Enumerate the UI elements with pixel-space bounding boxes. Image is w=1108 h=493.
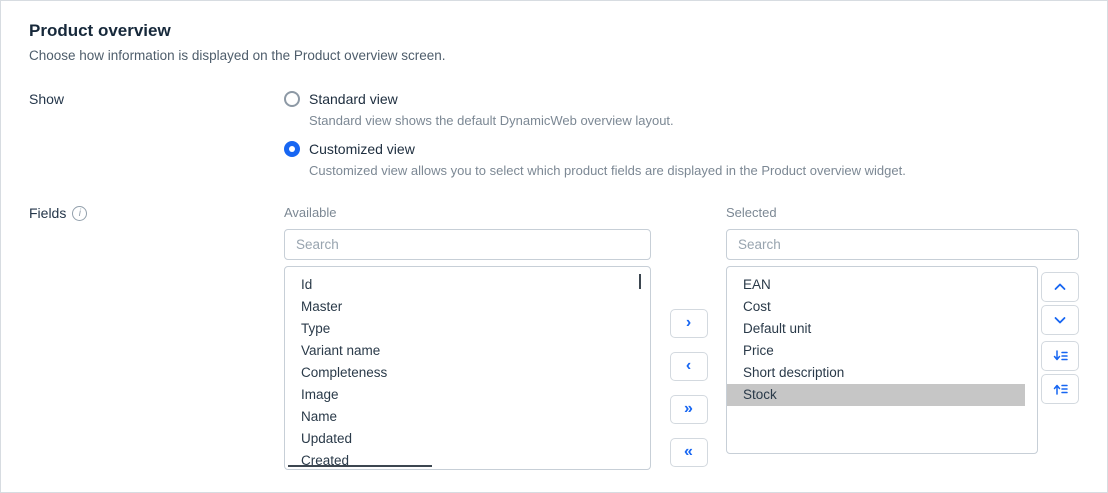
radio-option-standard-view: Standard view Standard view shows the de…: [284, 91, 906, 128]
move-all-right-button[interactable]: »: [669, 395, 708, 424]
page-title: Product overview: [29, 21, 171, 40]
move-to-top-icon: [1053, 384, 1068, 395]
order-buttons: [1041, 272, 1079, 404]
show-row: Show Standard view Standard view shows t…: [29, 91, 1079, 191]
fields-label-wrap: Fields i: [29, 205, 284, 470]
customized-view-radio-row[interactable]: Customized view: [284, 141, 906, 157]
available-listbox[interactable]: Id Master Type Variant name Completeness Imag…: [284, 266, 651, 470]
chevron-down-icon: [1054, 317, 1066, 324]
fields-label: Fields: [29, 205, 67, 221]
move-up-button[interactable]: [1041, 272, 1079, 302]
list-item[interactable]: Master: [285, 296, 650, 318]
customized-view-label: Customized view: [309, 141, 415, 157]
available-search-input[interactable]: [284, 229, 651, 260]
move-left-button[interactable]: ‹: [669, 352, 708, 381]
fields-content: Available IdMasterTypeVariant nameComple…: [284, 205, 1079, 470]
available-column: Available IdMasterTypeVariant nameComple…: [284, 205, 651, 470]
horizontal-scrollbar-thumb[interactable]: [288, 465, 432, 467]
radio-option-customized-view: Customized view Customized view allows y…: [284, 141, 906, 178]
standard-view-description: Standard view shows the default DynamicW…: [309, 113, 674, 128]
move-to-bottom-button[interactable]: [1041, 341, 1079, 371]
selected-label: Selected: [726, 205, 777, 220]
vertical-scrollbar-thumb[interactable]: [639, 274, 641, 289]
info-icon[interactable]: i: [72, 206, 88, 221]
list-item[interactable]: Completeness: [285, 362, 650, 384]
selected-listbox[interactable]: EAN Cost Default unit Price Short descriptio…: [726, 266, 1038, 454]
available-label: Available: [284, 205, 337, 220]
list-item[interactable]: Name: [285, 406, 650, 428]
radio-unselected-icon[interactable]: [284, 91, 300, 107]
chevron-up-icon: [1054, 283, 1066, 290]
list-item[interactable]: Image: [285, 384, 650, 406]
move-to-bottom-icon: [1053, 350, 1068, 361]
standard-view-radio-row[interactable]: Standard view: [284, 91, 906, 107]
show-options: Standard view Standard view shows the de…: [284, 91, 906, 191]
list-item[interactable]: Price: [727, 340, 1037, 362]
list-item[interactable]: Id: [285, 274, 650, 296]
list-item[interactable]: Created: [285, 450, 650, 469]
product-overview-panel: Product overview Choose how information …: [0, 0, 1108, 493]
selected-column: Selected EANCostDefault unitPriceShort d…: [726, 205, 1079, 454]
standard-view-label: Standard view: [309, 91, 398, 107]
list-item[interactable]: Updated: [285, 428, 650, 450]
move-to-top-button[interactable]: [1041, 374, 1079, 404]
fields-row: Fields i Available IdMasterTypeVariant n…: [29, 205, 1079, 470]
list-item[interactable]: Stock: [727, 384, 1025, 406]
radio-selected-icon[interactable]: [284, 141, 300, 157]
list-item[interactable]: Short description: [727, 362, 1037, 384]
list-item[interactable]: EAN: [727, 274, 1037, 296]
list-item[interactable]: Variant name: [285, 340, 650, 362]
page-subtitle: Choose how information is displayed on t…: [29, 48, 446, 63]
move-all-left-button[interactable]: «: [669, 438, 708, 467]
selected-body: EAN Cost Default unit Price Short descriptio…: [726, 266, 1079, 454]
transfer-buttons: › ‹ » «: [651, 205, 726, 467]
move-right-button[interactable]: ›: [669, 309, 708, 338]
list-item[interactable]: Default unit: [727, 318, 1037, 340]
show-label: Show: [29, 91, 65, 107]
selected-search-input[interactable]: [726, 229, 1079, 260]
move-down-button[interactable]: [1041, 305, 1079, 335]
list-item[interactable]: Cost: [727, 296, 1037, 318]
list-item[interactable]: Type: [285, 318, 650, 340]
customized-view-description: Customized view allows you to select whi…: [309, 163, 906, 178]
